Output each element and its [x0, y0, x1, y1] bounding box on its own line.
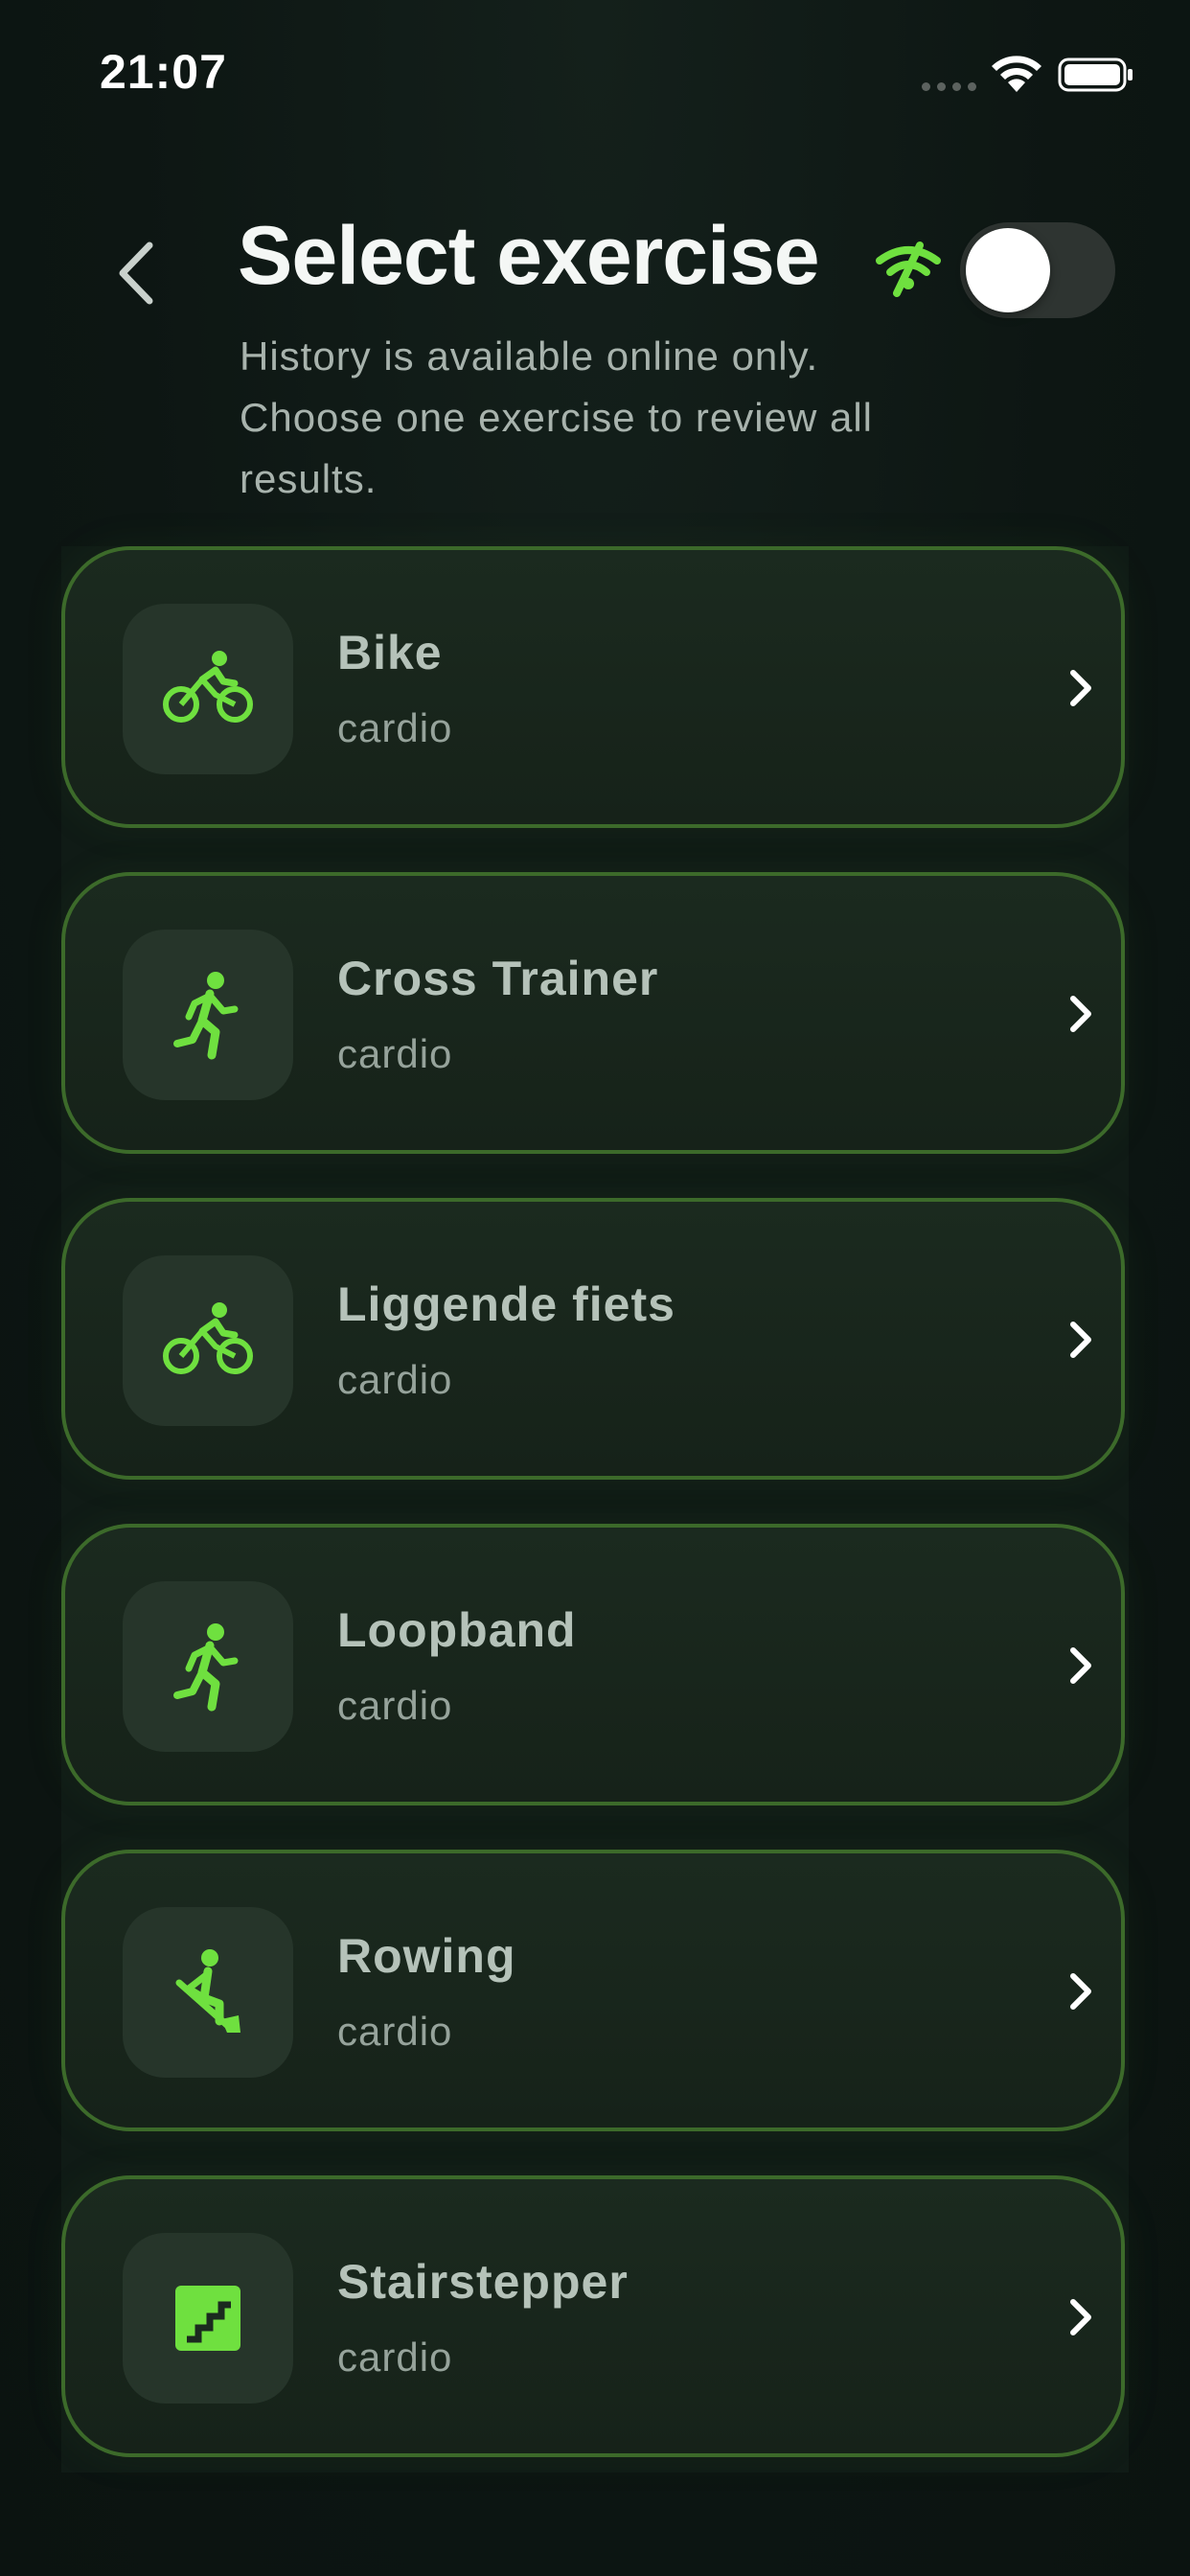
page-title: Select exercise	[238, 210, 820, 302]
exercise-name: Liggende fiets	[337, 1277, 675, 1331]
exercise-category: cardio	[337, 2009, 453, 2054]
wifi-online-icon	[876, 242, 941, 297]
cellular-signal-icon	[922, 82, 976, 91]
exercise-card-bike[interactable]: Bike cardio	[61, 546, 1125, 828]
exercise-category: cardio	[337, 2334, 453, 2380]
exercise-icon-box	[123, 1255, 293, 1426]
exercise-icon-box	[123, 2233, 293, 2404]
status-time: 21:07	[100, 45, 227, 99]
exercise-icon-box	[123, 1907, 293, 2078]
exercise-category: cardio	[337, 1031, 453, 1076]
exercise-card-loopband[interactable]: Loopband cardio	[61, 1524, 1125, 1806]
exercise-name: Loopband	[337, 1603, 577, 1657]
chevron-right-icon	[1070, 1973, 1091, 2010]
exercise-card-rowing[interactable]: Rowing cardio	[61, 1850, 1125, 2131]
chevron-left-icon	[119, 242, 153, 305]
chevron-right-icon	[1070, 2299, 1091, 2335]
exercise-name: Cross Trainer	[337, 952, 659, 1005]
chevron-right-icon	[1070, 996, 1091, 1032]
exercise-name: Bike	[337, 626, 443, 679]
exercise-name: Stairstepper	[337, 2255, 629, 2309]
toggle-knob	[966, 228, 1050, 312]
bike-icon	[163, 651, 253, 723]
exercise-category: cardio	[337, 705, 453, 750]
chevron-right-icon	[1070, 670, 1091, 706]
chevron-right-icon	[1070, 1322, 1091, 1358]
exercise-category: cardio	[337, 1357, 453, 1402]
exercise-card-cross-trainer[interactable]: Cross Trainer cardio	[61, 872, 1125, 1154]
battery-icon	[1058, 58, 1133, 92]
exercise-card-stairstepper[interactable]: Stairstepper cardio	[61, 2175, 1125, 2457]
rowing-icon	[175, 1949, 240, 2033]
running-icon	[173, 972, 239, 1060]
exercise-name: Rowing	[337, 1929, 516, 1983]
status-bar: 21:07	[0, 0, 1190, 144]
online-toggle[interactable]	[960, 222, 1115, 318]
bike-icon	[163, 1302, 253, 1374]
stairs-icon	[175, 2286, 240, 2351]
screen: 21:07 Select exercise History is availab…	[0, 0, 1190, 2576]
page-subtitle: History is available online only. Choose…	[240, 334, 873, 501]
exercise-icon-box	[123, 1581, 293, 1752]
exercise-icon-box	[123, 604, 293, 774]
wifi-icon	[992, 56, 1041, 92]
back-button[interactable]	[100, 230, 172, 316]
exercise-icon-box	[123, 930, 293, 1100]
chevron-right-icon	[1070, 1647, 1091, 1684]
exercise-card-liggende-fiets[interactable]: Liggende fiets cardio	[61, 1198, 1125, 1480]
exercise-category: cardio	[337, 1683, 453, 1728]
running-icon	[173, 1623, 239, 1712]
